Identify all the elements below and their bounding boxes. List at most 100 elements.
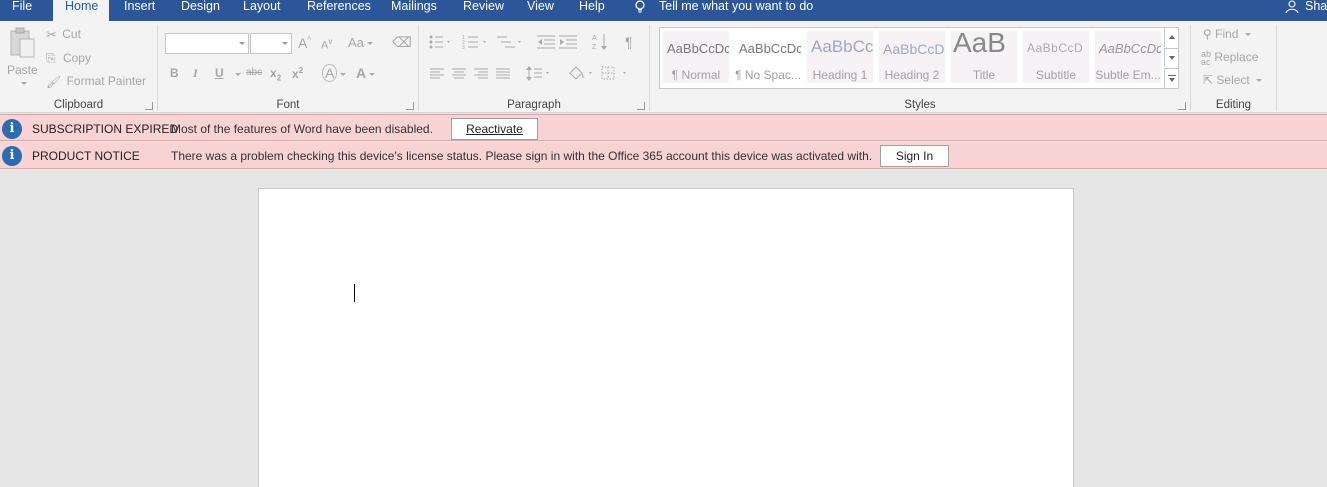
lightbulb-icon [635, 0, 645, 13]
text-effects-button[interactable]: A [322, 64, 347, 82]
clear-formatting-icon[interactable]: ⌫ [392, 34, 412, 51]
sign-in-button[interactable]: Sign In [880, 145, 949, 167]
select-label: Select [1216, 73, 1250, 87]
font-color-button[interactable]: A [356, 65, 376, 81]
bold-button[interactable]: B [170, 66, 179, 80]
paragraph-group-label: Paragraph [507, 99, 561, 111]
style-preview: AaBbCcD [883, 41, 945, 57]
increase-indent-icon[interactable] [559, 35, 577, 49]
shrink-font-button[interactable]: Av [321, 37, 332, 52]
font-size-combo[interactable] [250, 33, 292, 54]
find-label: Find [1215, 27, 1239, 41]
select-button[interactable]: ⇱ Select [1203, 73, 1263, 87]
tab-references[interactable]: References [307, 0, 371, 21]
style-subtle-emphasis[interactable]: AaBbCcDc Subtle Em... [1095, 31, 1161, 83]
grow-font-button[interactable]: A^ [298, 35, 311, 51]
sort-icon[interactable]: AZ [592, 33, 608, 51]
clipboard-group: Paste ✂ Cut ⎘ Copy 🖌 Format Painter Clip… [0, 21, 157, 113]
paste-dropdown-icon[interactable] [21, 82, 27, 85]
person-icon [1285, 0, 1299, 13]
tab-help[interactable]: Help [579, 0, 605, 21]
chevron-down-icon [282, 42, 288, 45]
style-normal[interactable]: AaBbCcDc ¶ Normal [663, 31, 729, 83]
scissors-icon: ✂ [46, 27, 57, 42]
font-color-label: A [356, 65, 367, 81]
line-spacing-icon[interactable] [526, 66, 552, 81]
style-no-spacing[interactable]: AaBbCcDc ¶ No Spac... [735, 31, 801, 83]
align-right-icon[interactable] [474, 68, 488, 80]
gallery-more-button[interactable] [1164, 68, 1178, 88]
style-name: Subtitle [1035, 68, 1077, 82]
paragraph-group: 1 2 3 AZ ¶ Paragraph [419, 21, 649, 113]
styles-dialog-launcher[interactable] [1178, 102, 1186, 110]
document-area [0, 171, 1327, 487]
cut-button[interactable]: ✂ Cut [46, 27, 81, 43]
style-name: ¶ No Spac... [735, 68, 801, 82]
justify-icon[interactable] [496, 68, 510, 80]
tab-view[interactable]: View [527, 0, 554, 21]
format-painter-label: Format Painter [66, 74, 146, 88]
style-name: ¶ Normal [671, 68, 721, 82]
document-page[interactable] [258, 188, 1074, 487]
align-left-icon[interactable] [430, 68, 444, 80]
change-case-button[interactable]: Aa [348, 35, 373, 50]
paragraph-dialog-launcher[interactable] [637, 102, 645, 110]
find-button[interactable]: ⚲ Find [1203, 27, 1251, 41]
strikethrough-button[interactable]: abc [246, 67, 262, 78]
superscript-button[interactable]: x2 [292, 66, 303, 81]
replace-button[interactable]: ab ac Replace [1201, 50, 1259, 67]
style-title[interactable]: AaB Title [951, 31, 1017, 83]
bullets-icon[interactable] [429, 35, 453, 49]
style-preview: AaBbCcDc [1099, 41, 1161, 56]
gallery-scroll-down[interactable] [1164, 48, 1178, 67]
reactivate-button[interactable]: Reactivate [451, 118, 538, 140]
borders-icon[interactable] [601, 66, 629, 80]
editing-group-label: Editing [1215, 99, 1252, 111]
share-button[interactable]: Share [1285, 0, 1327, 21]
gallery-scroll-up[interactable] [1164, 28, 1178, 47]
underline-label: U [215, 66, 224, 80]
tab-insert[interactable]: Insert [124, 0, 155, 21]
tab-mailings[interactable]: Mailings [391, 0, 437, 21]
tab-design[interactable]: Design [181, 0, 220, 21]
style-heading-1[interactable]: AaBbCc Heading 1 [807, 31, 873, 83]
text-cursor [354, 284, 355, 302]
clipboard-group-label: Clipboard [53, 99, 104, 111]
sign-in-label: Sign In [895, 149, 934, 163]
styles-gallery: AaBbCcDc ¶ Normal AaBbCcDc ¶ No Spac... … [659, 27, 1179, 89]
copy-button[interactable]: ⎘ Copy [46, 51, 91, 66]
clipboard-dialog-launcher[interactable] [145, 102, 153, 110]
underline-button[interactable]: U [215, 66, 224, 80]
paste-button[interactable]: Paste [4, 27, 40, 93]
style-subtitle[interactable]: AaBbCcD Subtitle [1023, 31, 1089, 83]
underline-dropdown-icon[interactable] [235, 73, 241, 76]
replace-label: Replace [1214, 50, 1259, 65]
style-preview: AaB [953, 31, 1006, 58]
tab-review[interactable]: Review [463, 0, 504, 21]
editing-group: ⚲ Find ab ac Replace ⇱ Select Editing [1191, 21, 1276, 113]
multilevel-list-icon[interactable] [497, 35, 525, 49]
paste-label: Paste [7, 63, 38, 77]
style-heading-2[interactable]: AaBbCcD Heading 2 [879, 31, 945, 83]
style-preview: AaBbCcDc [739, 41, 801, 56]
notice-message: Most of the features of Word have been d… [171, 122, 433, 136]
style-name: Heading 2 [884, 68, 940, 82]
font-group: A^ Av Aa ⌫ B I U abc x2 x2 A A Font [158, 21, 418, 113]
tab-layout[interactable]: Layout [243, 0, 281, 21]
show-formatting-marks-icon[interactable]: ¶ [625, 34, 633, 50]
numbering-icon[interactable]: 1 2 3 [462, 35, 490, 49]
format-painter-button[interactable]: 🖌 Format Painter [46, 74, 146, 89]
align-center-icon[interactable] [452, 68, 466, 80]
font-dialog-launcher[interactable] [406, 102, 414, 110]
subscript-button[interactable]: x2 [270, 66, 281, 82]
style-name: Heading 1 [812, 68, 868, 82]
font-name-combo[interactable] [165, 33, 249, 54]
subscript-label: x [270, 66, 277, 80]
shading-icon[interactable] [567, 65, 595, 81]
styles-group-label: Styles [904, 99, 936, 111]
decrease-indent-icon[interactable] [537, 35, 555, 49]
tab-home[interactable]: Home [53, 0, 109, 21]
tab-file[interactable]: File [12, 0, 32, 21]
paintbrush-icon: 🖌 [46, 74, 62, 89]
italic-button[interactable]: I [193, 66, 198, 81]
